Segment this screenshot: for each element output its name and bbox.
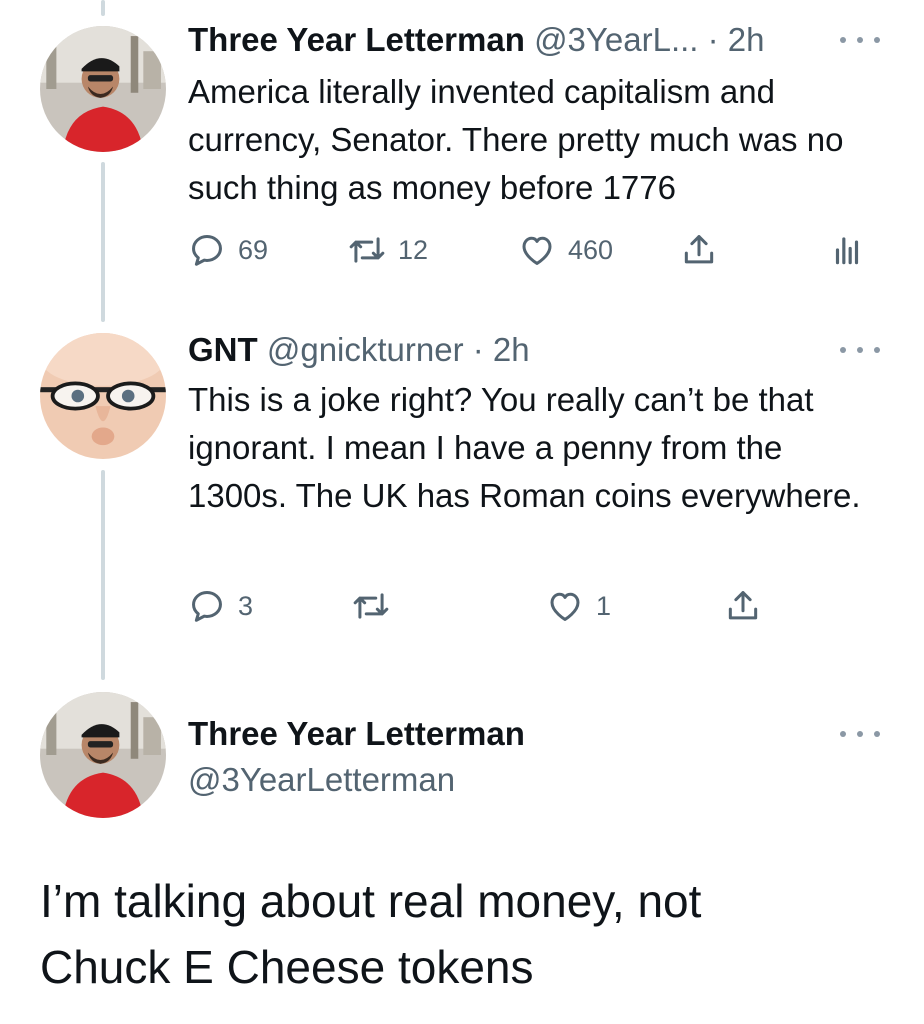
heart-icon — [522, 236, 552, 265]
share-button[interactable] — [680, 228, 718, 272]
thread-line-2 — [101, 470, 105, 680]
tweet-header: Three Year Letterman @3YearL... · 2h — [188, 20, 864, 60]
more-icon[interactable] — [840, 30, 880, 50]
reply-button[interactable]: 3 — [188, 584, 253, 628]
main-handle[interactable]: @3YearLetterman — [188, 760, 864, 800]
analytics-icon — [835, 237, 859, 265]
retweet-button[interactable]: 12 — [348, 228, 428, 272]
action-bar: 69 12 460 — [188, 228, 884, 272]
main-display-name[interactable]: Three Year Letterman — [188, 714, 864, 754]
avatar[interactable] — [40, 333, 166, 459]
like-count: 1 — [596, 590, 612, 621]
reply-count: 69 — [238, 234, 269, 265]
share-icon — [728, 591, 758, 620]
action-bar: 3 1 — [188, 584, 884, 628]
display-name[interactable]: Three Year Letterman — [188, 715, 525, 752]
retweet-icon — [353, 593, 389, 619]
tweet-text: America literally invented capitalism an… — [188, 73, 844, 206]
reply-count: 3 — [238, 590, 254, 621]
retweet-count: 12 — [398, 234, 429, 265]
avatar[interactable] — [40, 692, 166, 818]
reply-icon — [192, 591, 222, 622]
avatar-image — [40, 333, 166, 459]
thread-line-1 — [101, 162, 105, 322]
avatar-image — [40, 26, 166, 152]
handle[interactable]: @3YearL... — [534, 21, 698, 58]
analytics-button[interactable] — [828, 228, 866, 272]
more-icon[interactable] — [840, 724, 880, 744]
share-icon — [684, 235, 714, 264]
retweet-button[interactable] — [352, 584, 402, 628]
reply-button[interactable]: 69 — [188, 228, 268, 272]
timestamp[interactable]: · 2h — [708, 21, 765, 58]
like-count: 460 — [568, 234, 614, 265]
share-button[interactable] — [724, 584, 762, 628]
thread-line-top — [101, 0, 105, 16]
avatar-image — [40, 692, 166, 818]
retweet-icon — [349, 237, 385, 263]
heart-icon — [550, 592, 580, 621]
tweet-text: This is a joke right? You really can’t b… — [188, 381, 861, 514]
like-button[interactable]: 460 — [518, 228, 613, 272]
main-tweet-text: I’m talking about real money, not Chuck … — [40, 875, 702, 993]
handle[interactable]: @gnickturner — [267, 331, 464, 368]
display-name[interactable]: Three Year Letterman — [188, 21, 525, 58]
timestamp[interactable]: · 2h — [473, 331, 530, 368]
like-button[interactable]: 1 — [546, 584, 611, 628]
tweet-header: GNT @gnickturner · 2h — [188, 330, 864, 370]
display-name[interactable]: GNT — [188, 331, 258, 368]
avatar[interactable] — [40, 26, 166, 152]
more-icon[interactable] — [840, 340, 880, 360]
reply-icon — [192, 235, 222, 266]
